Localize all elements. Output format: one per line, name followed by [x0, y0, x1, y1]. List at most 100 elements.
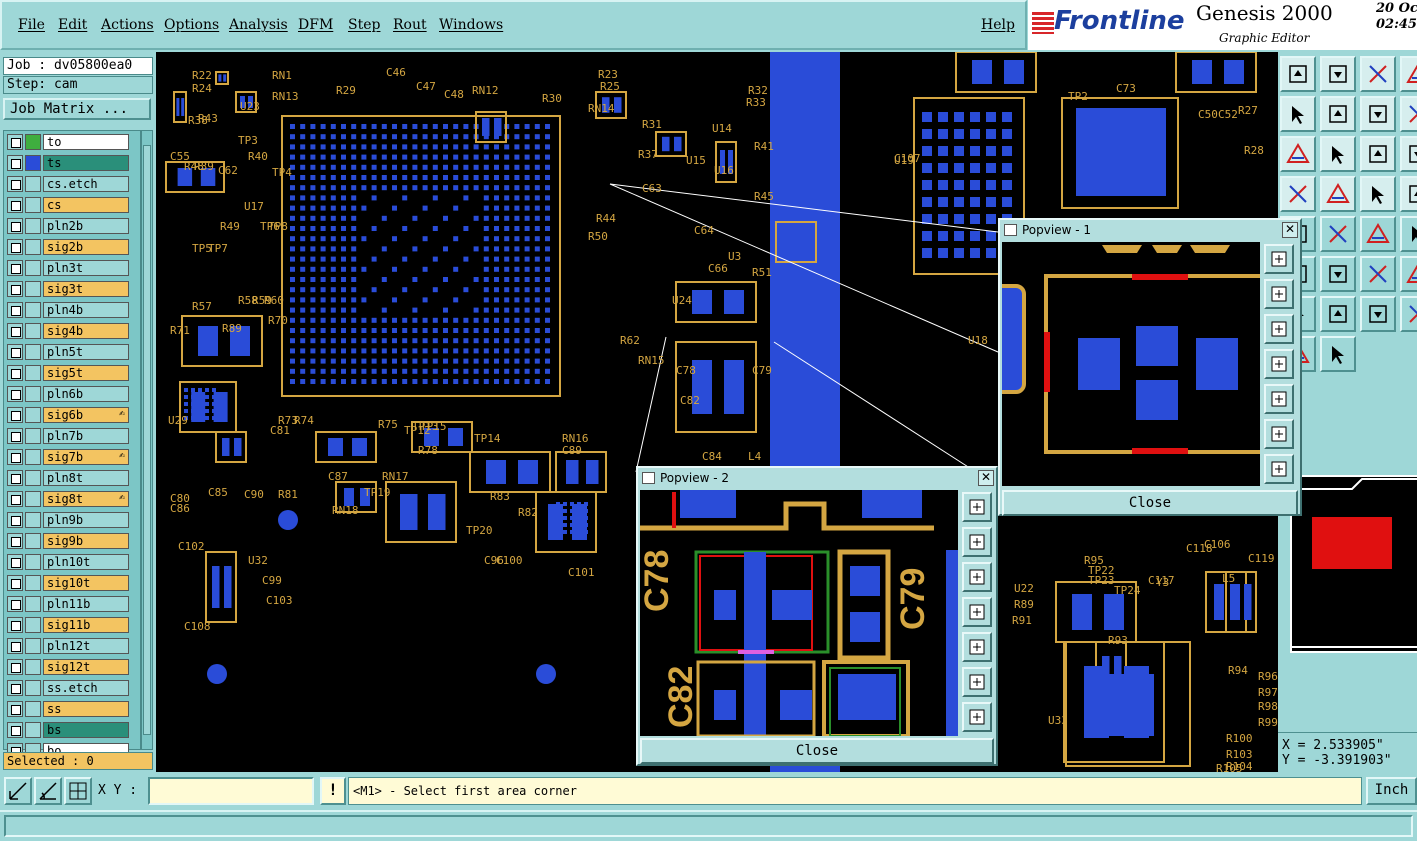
select-icon[interactable] [1320, 336, 1356, 372]
layer-name[interactable]: bs [43, 722, 129, 738]
layer-row[interactable]: pln9b [7, 512, 129, 528]
overview-preview[interactable] [1290, 475, 1417, 653]
layer-checkbox[interactable] [7, 365, 23, 381]
layer-indicator[interactable] [25, 449, 41, 465]
layer-name[interactable]: sig2b [43, 239, 129, 255]
scroll-thumb[interactable] [143, 145, 151, 735]
menu-actions[interactable]: Actions [101, 17, 154, 33]
layer-row[interactable]: pln4b [7, 302, 129, 318]
layer-indicator[interactable] [25, 554, 41, 570]
menu-step[interactable]: Step [348, 17, 380, 33]
layer-name[interactable]: sig8t [43, 491, 129, 507]
circle-icon[interactable] [1400, 176, 1417, 212]
popview-1-view[interactable] [1002, 242, 1260, 486]
layer-row[interactable]: pln10t [7, 554, 129, 570]
ruler-icon[interactable] [1360, 176, 1396, 212]
layer-row[interactable]: cs [7, 197, 129, 213]
menu-rout[interactable]: Rout [393, 17, 427, 33]
layer-indicator[interactable] [25, 218, 41, 234]
layer-checkbox[interactable] [7, 449, 23, 465]
layer-name[interactable]: pln4b [43, 302, 129, 318]
layer-indicator[interactable] [25, 197, 41, 213]
layers-icon[interactable] [1320, 136, 1356, 172]
layer-checkbox[interactable] [7, 260, 23, 276]
layer-checkbox[interactable] [7, 239, 23, 255]
job-matrix-button[interactable]: Job Matrix ... [3, 98, 151, 120]
layer-indicator[interactable] [25, 533, 41, 549]
cross-icon[interactable] [1320, 216, 1356, 252]
snap-icon[interactable] [1400, 136, 1417, 172]
layer-indicator[interactable] [25, 365, 41, 381]
bend-icon[interactable] [1400, 296, 1417, 332]
arrow-icon[interactable] [1360, 296, 1396, 332]
layer-checkbox[interactable] [7, 470, 23, 486]
layer-name[interactable]: sig4b [43, 323, 129, 339]
popview-1-titlebar[interactable]: Popview - 1 ✕ [1002, 222, 1298, 238]
layer-checkbox[interactable] [7, 701, 23, 717]
forward-icon[interactable] [1280, 96, 1316, 132]
layer-checkbox[interactable] [7, 176, 23, 192]
popview-2-titlebar[interactable]: Popview - 2 ✕ [640, 470, 994, 486]
layer-name[interactable]: sig10t [43, 575, 129, 591]
layer-list[interactable]: to ts cs.etch cs pln2b sig2b pln3t sig3t pln4b si… [3, 130, 141, 759]
layer-name[interactable]: sig7b [43, 449, 129, 465]
menu-windows[interactable]: Windows [439, 17, 503, 33]
scale-1-2-icon[interactable] [1280, 136, 1316, 172]
layer-name[interactable]: to [43, 134, 129, 150]
layer-row[interactable]: pln2b [7, 218, 129, 234]
menu-options[interactable]: Options [164, 17, 219, 33]
layer-checkbox[interactable] [7, 407, 23, 423]
popview-1-close-button[interactable]: Close [1002, 490, 1298, 516]
snap-icon[interactable] [64, 777, 92, 805]
xy-input[interactable] [148, 777, 314, 805]
layer-row[interactable]: to [7, 134, 129, 150]
layer-indicator[interactable] [25, 176, 41, 192]
view-tool-icon[interactable] [1264, 349, 1294, 379]
menu-edit[interactable]: Edit [58, 17, 87, 33]
layer-checkbox[interactable] [7, 554, 23, 570]
menu-help[interactable]: Help [981, 17, 1015, 33]
measure-icon[interactable] [34, 777, 62, 805]
layer-checkbox[interactable] [7, 155, 23, 171]
layer-checkbox[interactable] [7, 680, 23, 696]
layer-name[interactable]: pln11b [43, 596, 129, 612]
layer-name[interactable]: pln3t [43, 260, 129, 276]
view-tool-icon[interactable] [1264, 454, 1294, 484]
layer-indicator[interactable] [25, 386, 41, 402]
unit-button[interactable]: Inch [1366, 777, 1417, 805]
menu-analysis[interactable]: Analysis [229, 17, 288, 33]
layer-indicator[interactable] [25, 155, 41, 171]
popview-2-view[interactable]: C78 C79 C82 [640, 490, 958, 736]
layer-checkbox[interactable] [7, 386, 23, 402]
layer-row[interactable]: sig12t [7, 659, 129, 675]
zoom-area-icon[interactable] [4, 777, 32, 805]
layer-row[interactable]: sig7b ✍ [7, 449, 129, 465]
warning-icon[interactable]: ! [320, 777, 346, 805]
add-icon[interactable] [1360, 216, 1396, 252]
layer-row[interactable]: sig4b [7, 323, 129, 339]
layer-row[interactable]: sig9b [7, 533, 129, 549]
layer-row[interactable]: ts [7, 155, 129, 171]
layer-indicator[interactable] [25, 722, 41, 738]
layer-name[interactable]: ss [43, 701, 129, 717]
layer-row[interactable]: bs [7, 722, 129, 738]
layer-name[interactable]: pln10t [43, 554, 129, 570]
view-tool-icon[interactable] [962, 597, 992, 627]
layer-row[interactable]: ss.etch [7, 680, 129, 696]
menu-file[interactable]: File [18, 17, 45, 33]
layer-name[interactable]: pln8t [43, 470, 129, 486]
rotate-icon[interactable] [1320, 96, 1356, 132]
zoom-center-icon[interactable] [1400, 96, 1417, 132]
layer-row[interactable]: pln5t [7, 344, 129, 360]
layer-indicator[interactable] [25, 638, 41, 654]
layer-indicator[interactable] [25, 470, 41, 486]
triangle-icon[interactable] [1320, 296, 1356, 332]
layer-name[interactable]: sig12t [43, 659, 129, 675]
draw-icon[interactable] [1320, 256, 1356, 292]
view-tool-icon[interactable] [962, 702, 992, 732]
layer-name[interactable]: pln6b [43, 386, 129, 402]
close-icon[interactable]: ✕ [978, 470, 994, 486]
layer-row[interactable]: pln3t [7, 260, 129, 276]
popview-2-close-button[interactable]: Close [640, 738, 994, 764]
menu-dfm[interactable]: DFM [298, 17, 333, 33]
